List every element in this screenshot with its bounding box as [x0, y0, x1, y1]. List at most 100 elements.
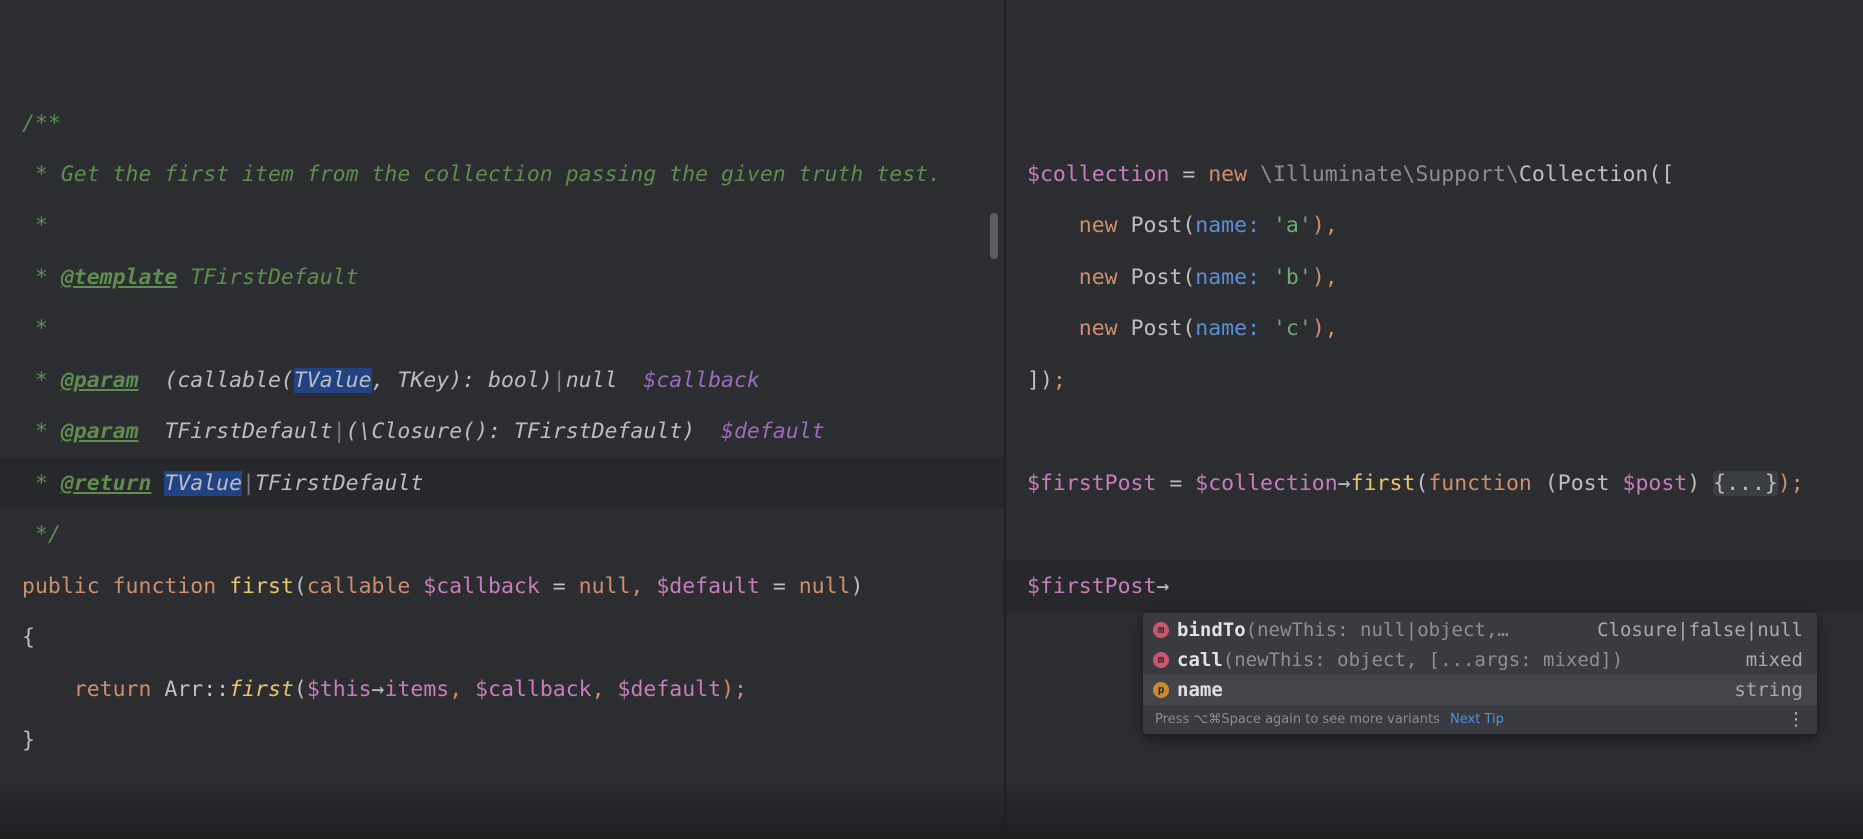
completion-item-type: mixed [1745, 649, 1803, 671]
completion-item-name: call [1177, 649, 1223, 671]
type-separator: | [332, 419, 346, 444]
code-line[interactable]: { [0, 612, 1004, 663]
template-type: TFirstDefault [177, 265, 359, 290]
code-line[interactable]: * [0, 200, 1004, 251]
return-tag[interactable]: @return [61, 471, 152, 496]
operator-equals: = [1156, 471, 1196, 496]
completion-item[interactable]: m call(newThis: object, [...args: mixed]… [1143, 645, 1817, 675]
paren-open: ( [1415, 471, 1429, 496]
template-tag[interactable]: @template [61, 265, 178, 290]
code-line[interactable]: return Arr::first($this→items, $callback… [0, 664, 1004, 715]
code-line[interactable]: $firstPost = $collection→first(function … [1006, 458, 1863, 509]
string-literal: 'a' [1272, 213, 1312, 238]
completion-item-selected[interactable]: p name string [1143, 675, 1817, 705]
item-end: ), [1311, 213, 1338, 238]
code-line[interactable]: * Get the first item from the collection… [0, 149, 1004, 200]
doc-comment-star: * [22, 316, 48, 341]
completion-item-signature: (newThis: object, [...args: mixed]) [1222, 649, 1624, 671]
variable-collection[interactable]: $collection [1027, 162, 1169, 187]
property-items[interactable]: items [385, 677, 450, 702]
code-line[interactable]: * [0, 303, 1004, 354]
double-colon: :: [203, 677, 230, 702]
code-line[interactable]: new Post(name: 'c'), [1006, 303, 1863, 354]
param-type: (\Closure(): TFirstDefault) [345, 419, 696, 444]
variable-callback[interactable]: $callback [423, 574, 540, 599]
static-call-first[interactable]: first [229, 677, 294, 702]
next-tip-link[interactable]: Next Tip [1450, 705, 1504, 734]
highlighted-type[interactable]: TValue [293, 368, 372, 393]
bracket-open: ([ [1648, 162, 1675, 187]
function-name[interactable]: first [229, 574, 294, 599]
bracket-close: ]) [1027, 368, 1053, 393]
namespace-path[interactable]: \Illuminate\Support\ [1260, 162, 1519, 187]
variable-this[interactable]: $this [307, 677, 372, 702]
completion-hint: Press ⌥⌘Space again to see more variants [1155, 712, 1440, 727]
comma: , [449, 677, 476, 702]
highlighted-type[interactable]: TValue [164, 471, 243, 496]
arrow-operator: → [371, 677, 385, 702]
operator-equals: = [759, 574, 799, 599]
param-type: TFirstDefault [138, 419, 333, 444]
more-options-icon[interactable]: ⋮ [1787, 705, 1805, 734]
property-icon: p [1153, 682, 1169, 698]
comma: , [630, 574, 657, 599]
keyword-public: public [22, 574, 113, 599]
doc-comment-close: */ [22, 522, 61, 547]
class-post[interactable]: Post [1131, 316, 1183, 341]
code-line[interactable]: */ [0, 509, 1004, 560]
code-line[interactable]: new Post(name: 'b'), [1006, 252, 1863, 303]
completion-item-name: bindTo [1177, 619, 1246, 641]
vertical-scrollbar-thumb[interactable] [990, 213, 998, 259]
class-post[interactable]: Post [1131, 213, 1183, 238]
brace-open: { [22, 625, 35, 650]
variable-post[interactable]: $post [1610, 471, 1688, 496]
string-literal: 'b' [1272, 265, 1312, 290]
signature-close: ) [1687, 471, 1714, 496]
code-line[interactable]: /** [0, 98, 1004, 149]
code-line[interactable]: } [0, 715, 1004, 766]
arrow-operator: → [1337, 471, 1351, 496]
variable-callback[interactable]: $callback [475, 677, 592, 702]
arrow-operator: → [1156, 574, 1170, 599]
code-line[interactable]: * @param TFirstDefault|(\Closure(): TFir… [0, 406, 1004, 457]
param-tag[interactable]: @param [61, 419, 139, 444]
code-line-current[interactable]: $firstPost→ [1006, 561, 1863, 612]
method-first[interactable]: first [1351, 471, 1416, 496]
code-line[interactable]: $collection = new \Illuminate\Support\Co… [1006, 149, 1863, 200]
code-line[interactable]: * @param (callable(TValue, TKey): bool)|… [0, 355, 1004, 406]
operator-equals: = [1169, 162, 1209, 187]
completion-footer: Press ⌥⌘Space again to see more variants… [1143, 705, 1817, 734]
completion-item[interactable]: m bindTo(newThis: null|object,… Closure|… [1143, 615, 1817, 645]
code-line[interactable]: * @template TFirstDefault [0, 252, 1004, 303]
named-param-hint: name: [1195, 265, 1273, 290]
keyword-null: null [798, 574, 851, 599]
code-line-current[interactable]: * @return TValue|TFirstDefault [0, 458, 1004, 509]
variable-firstpost[interactable]: $firstPost [1027, 574, 1156, 599]
left-editor-pane[interactable]: /** * Get the first item from the collec… [0, 0, 1004, 839]
folded-code-block[interactable]: {...} [1713, 471, 1778, 496]
class-collection[interactable]: Collection [1519, 162, 1648, 187]
keyword-new: new [1078, 265, 1131, 290]
code-line[interactable]: public function first(callable $callback… [0, 561, 1004, 612]
completion-popup[interactable]: m bindTo(newThis: null|object,… Closure|… [1143, 613, 1817, 734]
param-tag[interactable]: @param [61, 368, 139, 393]
paren-open: ( [1182, 265, 1196, 290]
variable-default[interactable]: $default [656, 574, 760, 599]
paren-close: ) [850, 574, 864, 599]
completion-item-type: Closure|false|null [1597, 619, 1803, 641]
class-arr[interactable]: Arr [164, 677, 203, 702]
doc-comment-star: * [22, 213, 48, 238]
keyword-return: return [73, 677, 165, 702]
code-line[interactable]: new Post(name: 'a'), [1006, 200, 1863, 251]
code-line[interactable]: ]); [1006, 355, 1863, 406]
keyword-new: new [1078, 213, 1131, 238]
variable-default[interactable]: $default [618, 677, 722, 702]
string-literal: 'c' [1272, 316, 1312, 341]
variable-firstpost[interactable]: $firstPost [1027, 471, 1156, 496]
type-post[interactable]: Post [1558, 471, 1610, 496]
class-post[interactable]: Post [1131, 265, 1183, 290]
param-variable: $callback [617, 368, 760, 393]
variable-collection[interactable]: $collection [1195, 471, 1337, 496]
type-separator: | [552, 368, 566, 393]
